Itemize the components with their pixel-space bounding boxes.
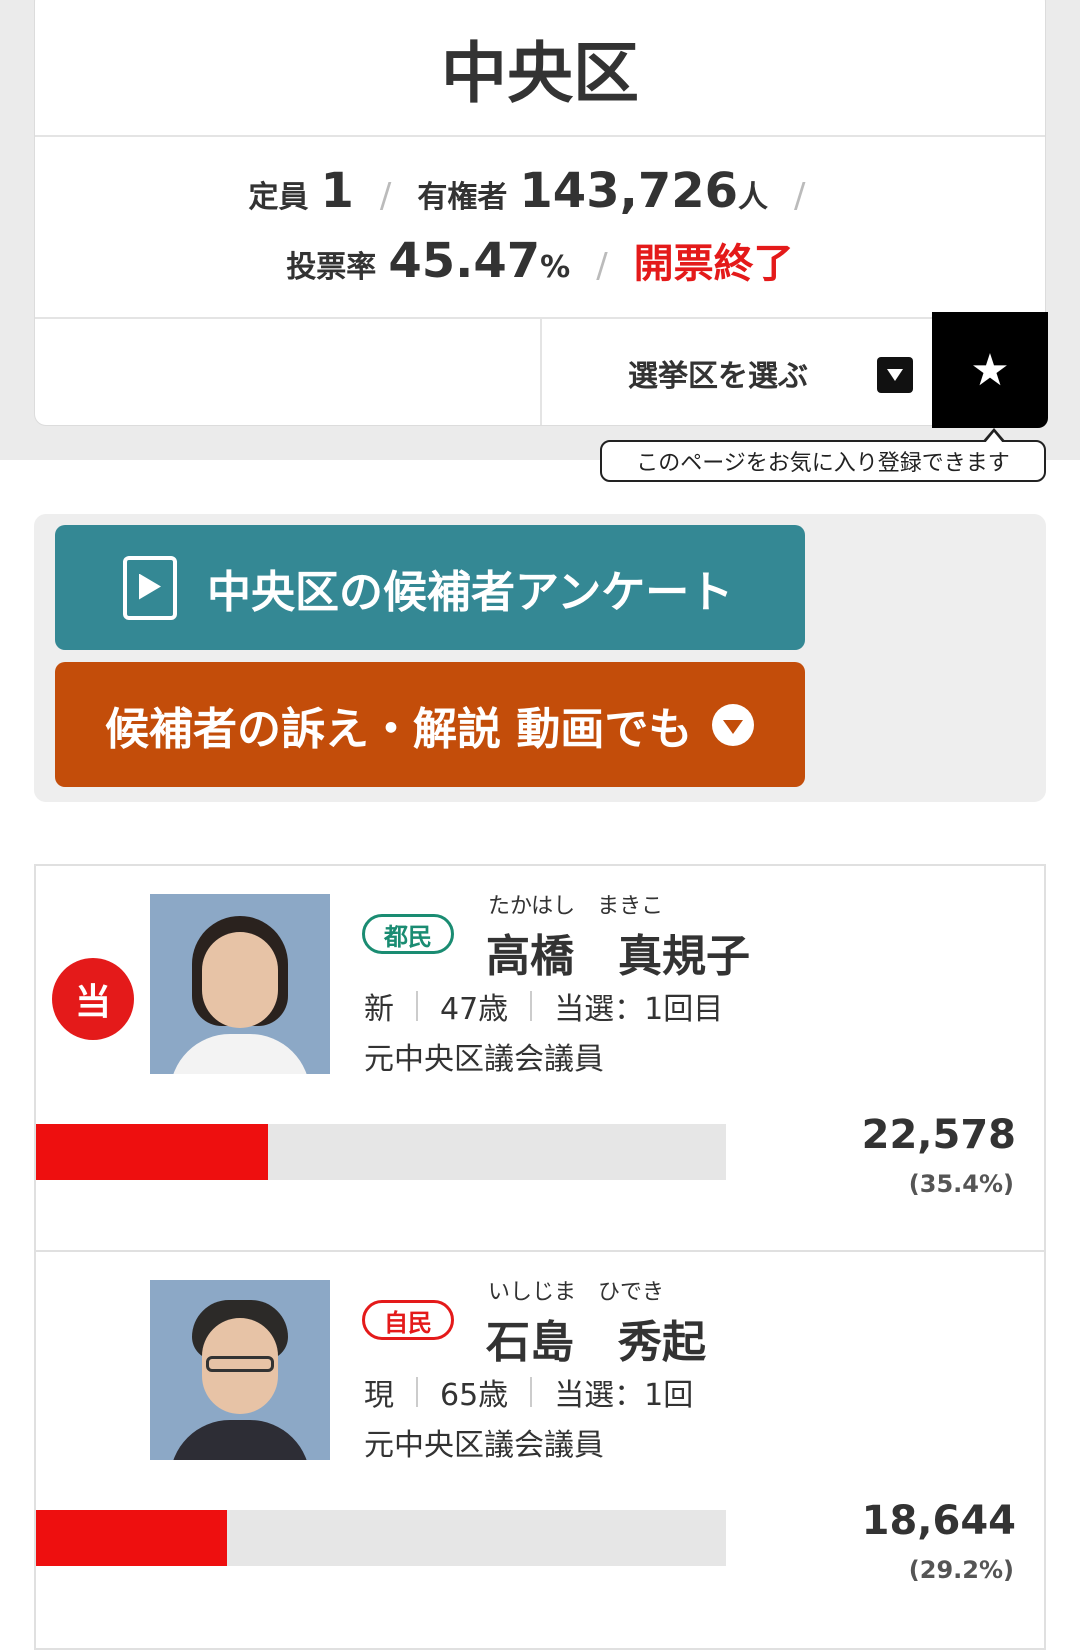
- survey-button-label: 中央区の候補者アンケート: [207, 566, 734, 618]
- chevron-down-icon: [712, 703, 755, 746]
- vote-percent: (35.4%): [908, 1170, 1014, 1198]
- candidate-name: 石島 秀起: [486, 1317, 706, 1368]
- voters-label: 有権者: [417, 180, 508, 215]
- vote-bar-fill: [36, 1510, 227, 1566]
- candidate-card[interactable]: 当 都民 たかはし まきこ 高橋 真規子 新 47歳 当選：1回目 元中央区議会…: [34, 864, 1046, 1252]
- vote-bar: [36, 1124, 726, 1180]
- stats-row-2: 投票率 45.47 % / 開票終了: [35, 219, 1045, 289]
- favorite-tooltip: このページをお気に入り登録できます: [600, 428, 1046, 482]
- voters-unit: 人: [738, 180, 769, 215]
- district-select-label[interactable]: 選挙区を選ぶ: [628, 351, 808, 395]
- candidate-survey-button[interactable]: 中央区の候補者アンケート: [55, 525, 805, 650]
- party-badge: 都民: [362, 914, 454, 954]
- vote-count: 18,644: [861, 1498, 1016, 1544]
- candidate-name: 高橋 真規子: [486, 931, 750, 982]
- turnout-unit: %: [540, 250, 571, 285]
- candidate-photo: [150, 894, 330, 1074]
- voters-value: 143,726: [519, 163, 739, 219]
- candidate-age: 47歳: [440, 992, 509, 1027]
- favorite-star-button[interactable]: ★: [932, 312, 1048, 428]
- seats-label: 定員: [248, 180, 309, 215]
- turnout-label: 投票率: [286, 250, 377, 285]
- candidate-photo: [150, 1280, 330, 1460]
- stats-row-1: 定員 1 / 有権者 143,726 人 /: [35, 137, 1045, 219]
- dropdown-arrow-icon[interactable]: [877, 357, 913, 393]
- candidate-furigana: いしじま ひでき: [488, 1280, 665, 1305]
- candidate-video-button[interactable]: 候補者の訴え・解説 動画でも: [55, 662, 805, 787]
- candidate-meta: 現 65歳 当選：1回: [364, 1370, 693, 1414]
- vote-bar-fill: [36, 1124, 268, 1180]
- candidate-elected-count: 当選：1回目: [554, 992, 724, 1027]
- star-icon: ★: [970, 344, 1010, 396]
- district-selector-row: 選挙区を選ぶ: [35, 319, 1045, 425]
- candidate-career: 元中央区議会議員: [364, 1042, 604, 1077]
- district-stats: 定員 1 / 有権者 143,726 人 / 投票率 45.47 % / 開票終…: [35, 137, 1045, 319]
- district-card: 中央区 定員 1 / 有権者 143,726 人 / 投票率 45.47 % /…: [34, 0, 1046, 426]
- separator: /: [379, 176, 392, 216]
- candidate-furigana: たかはし まきこ: [488, 894, 664, 919]
- seats-value: 1: [320, 163, 354, 219]
- candidate-career: 元中央区議会議員: [364, 1428, 604, 1463]
- vote-percent: (29.2%): [908, 1556, 1014, 1584]
- candidate-meta: 新 47歳 当選：1回目: [364, 984, 723, 1028]
- vote-count: 22,578: [861, 1112, 1016, 1158]
- count-status: 開票終了: [633, 241, 794, 287]
- candidate-card[interactable]: 自民 いしじま ひでき 石島 秀起 現 65歳 当選：1回 元中央区議会議員 1…: [34, 1250, 1046, 1650]
- candidate-status: 現: [364, 1378, 394, 1413]
- candidate-elected-count: 当選：1回: [554, 1378, 694, 1413]
- candidate-age: 65歳: [440, 1378, 509, 1413]
- district-title: 中央区: [35, 0, 1045, 137]
- video-button-label: 候補者の訴え・解説 動画でも: [105, 703, 693, 755]
- party-badge: 自民: [362, 1300, 454, 1340]
- divider: [540, 319, 542, 425]
- winner-badge: 当: [52, 958, 134, 1040]
- vote-bar: [36, 1510, 726, 1566]
- separator: /: [596, 246, 608, 286]
- candidate-status: 新: [364, 992, 394, 1027]
- survey-doc-icon: [123, 555, 177, 620]
- turnout-value: 45.47: [388, 233, 541, 289]
- separator: /: [794, 176, 806, 216]
